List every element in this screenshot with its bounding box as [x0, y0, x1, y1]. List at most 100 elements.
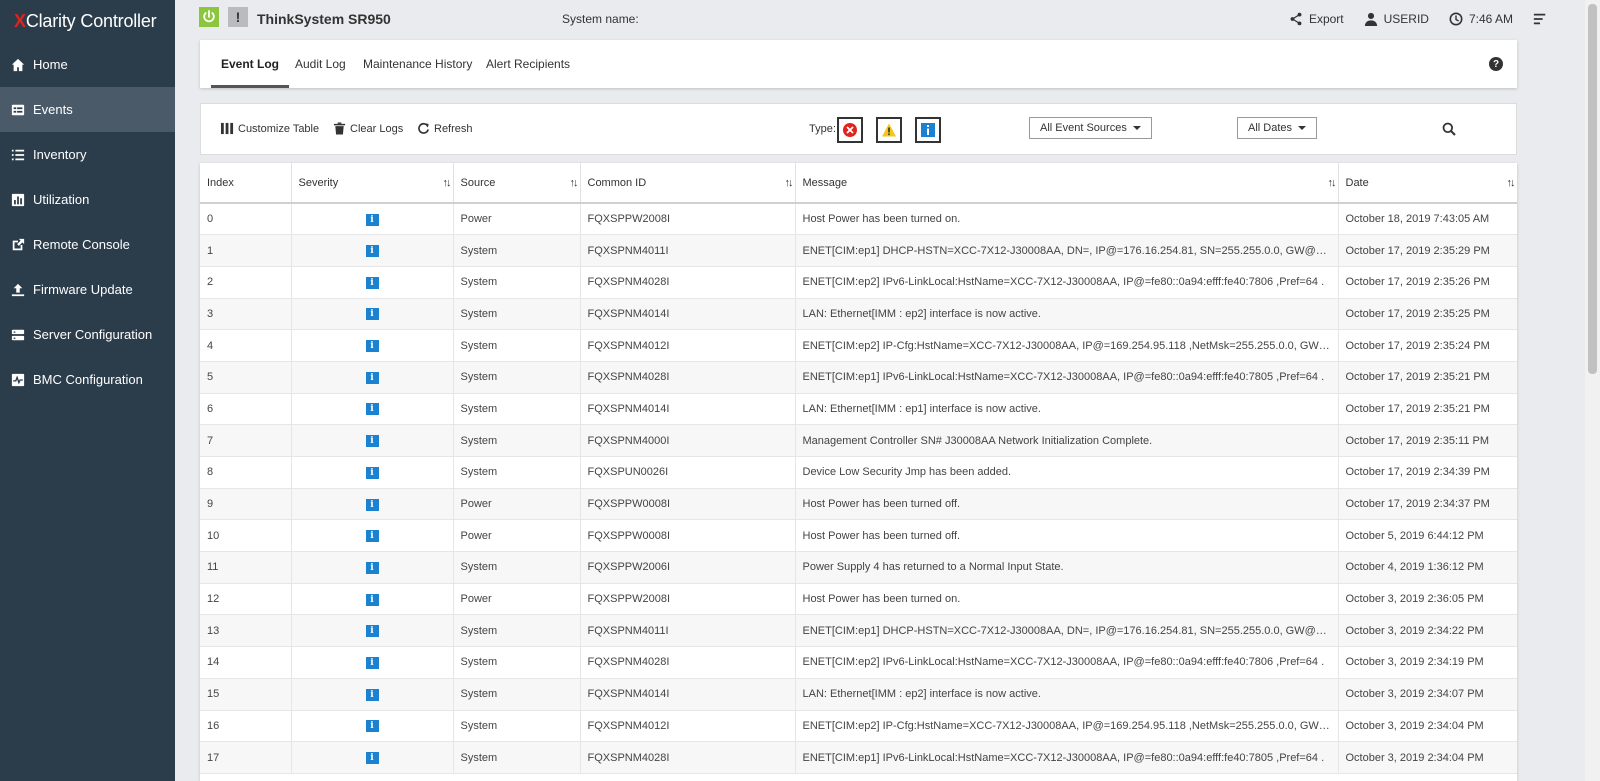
page-scrollbar[interactable] — [1585, 0, 1600, 781]
cell-message: ENET[CIM:ep1] DHCP-HSTN=XCC-7X12-J30008A… — [795, 234, 1339, 267]
table-row[interactable]: 10 i Power FQXSPPW0008I Host Power has been … — [200, 519, 1517, 553]
sidebar-item-inventory[interactable]: Inventory — [0, 132, 175, 177]
tabs-panel: Event Log Audit Log Maintenance History … — [200, 40, 1517, 88]
user-label: USERID — [1383, 12, 1429, 26]
power-status-button[interactable] — [199, 7, 219, 27]
cell-common-id: FQXSPNM4028I — [580, 646, 796, 679]
sidebar-item-utilization[interactable]: Utilization — [0, 177, 175, 222]
table-row[interactable]: 11 i System FQXSPPW2006I Power Supply 4 has … — [200, 551, 1517, 584]
customize-table-button[interactable]: Customize Table — [221, 122, 319, 135]
user-menu[interactable]: USERID — [1364, 12, 1429, 26]
cell-date: October 3, 2019 2:34:04 PM — [1338, 710, 1517, 743]
cell-index: 4 — [200, 329, 292, 362]
sort-icon[interactable]: ↑↓ — [1328, 177, 1337, 189]
cell-index: 3 — [200, 298, 292, 331]
cell-message: ENET[CIM:ep2] IP-Cfg:HstName=XCC-7X12-J3… — [795, 710, 1339, 743]
table-row[interactable]: 7 i System FQXSPNM4000I Management Controlle… — [200, 424, 1517, 457]
info-severity-icon: i — [365, 403, 379, 416]
table-row[interactable]: 2 i System FQXSPNM4028I ENET[CIM:ep2] IPv6-L… — [200, 266, 1517, 299]
table-row[interactable]: 1 i System FQXSPNM4011I ENET[CIM:ep1] DHCP-H… — [200, 234, 1517, 267]
column-header-common-id[interactable]: Common ID ↑↓ — [580, 163, 796, 204]
cell-common-id: FQXSPNM4012I — [580, 710, 796, 743]
sidebar-item-events[interactable]: Events — [0, 87, 175, 132]
sidebar-item-home[interactable]: Home — [0, 42, 175, 87]
cell-date: October 17, 2019 2:35:21 PM — [1338, 361, 1517, 394]
columns-icon — [221, 122, 234, 135]
sort-icon[interactable]: ↑↓ — [443, 177, 452, 189]
column-header-index[interactable]: Index — [200, 163, 292, 204]
refresh-button[interactable]: Refresh — [417, 122, 473, 135]
sidebar-item-server-configuration[interactable]: Server Configuration — [0, 312, 175, 357]
cell-common-id: FQXSPNM4011I — [580, 614, 796, 648]
table-row[interactable]: 17 i System FQXSPNM4028I ENET[CIM:ep1] IPv6-… — [200, 741, 1517, 774]
hamburger-menu-button[interactable] — [1533, 12, 1547, 26]
cell-date: October 17, 2019 2:35:24 PM — [1338, 329, 1517, 362]
table-row[interactable]: 15 i System FQXSPNM4014I LAN: Ethernet[IMM :… — [200, 678, 1517, 711]
sidebar-item-label: Server Configuration — [33, 327, 153, 342]
cell-severity: i — [291, 741, 454, 774]
type-filter-info[interactable] — [915, 117, 941, 143]
brand-logo: X Clarity Controller — [0, 0, 175, 42]
cell-severity: i — [291, 361, 454, 394]
table-row[interactable]: 13 i System FQXSPNM4011I ENET[CIM:ep1] DHCP-… — [200, 614, 1517, 648]
cell-source: System — [453, 456, 581, 489]
info-severity-icon: i — [365, 625, 379, 638]
alert-status-button[interactable]: ! — [228, 7, 248, 27]
column-header-message[interactable]: Message ↑↓ — [795, 163, 1339, 204]
cell-index: 1 — [200, 234, 292, 267]
customize-table-label: Customize Table — [238, 122, 320, 135]
sort-icon[interactable]: ↑↓ — [785, 177, 794, 189]
clear-logs-button[interactable]: Clear Logs — [333, 122, 403, 135]
column-header-source[interactable]: Source ↑↓ — [453, 163, 581, 204]
tab-audit-log[interactable]: Audit Log — [295, 40, 346, 88]
type-filter-error[interactable] — [837, 117, 863, 143]
list-icon — [11, 148, 25, 162]
dates-dropdown[interactable]: All Dates — [1237, 117, 1318, 139]
column-header-date[interactable]: Date ↑↓ — [1338, 163, 1517, 204]
cell-date: October 17, 2019 2:35:25 PM — [1338, 298, 1517, 331]
search-icon[interactable] — [1442, 122, 1456, 136]
table-row[interactable]: 8 i System FQXSPUN0026I Device Low Security … — [200, 456, 1517, 489]
cell-source: System — [453, 298, 581, 331]
sidebar-item-label: Home — [33, 57, 68, 72]
sidebar-item-firmware-update[interactable]: Firmware Update — [0, 267, 175, 312]
column-header-severity[interactable]: Severity ↑↓ — [291, 163, 454, 204]
cell-source: System — [453, 614, 581, 648]
cell-common-id: FQXSPPW2008I — [580, 583, 796, 616]
cell-source: System — [453, 710, 581, 743]
help-icon[interactable]: ? — [1489, 57, 1503, 71]
tab-alert-recipients[interactable]: Alert Recipients — [486, 40, 570, 88]
cell-index: 0 — [200, 203, 292, 236]
tab-maintenance-history[interactable]: Maintenance History — [363, 40, 472, 88]
cell-index: 7 — [200, 424, 292, 457]
event-sources-dropdown[interactable]: All Event Sources — [1029, 117, 1152, 139]
cell-common-id: FQXSPNM4028I — [580, 266, 796, 299]
cell-message: ENET[CIM:ep2] IPv6-LinkLocal:HstName=XCC… — [795, 266, 1339, 299]
type-filter-warning[interactable] — [876, 117, 902, 143]
tab-event-log[interactable]: Event Log — [210, 40, 290, 88]
table-row[interactable]: 0 i Power FQXSPPW2008I Host Power has been t… — [200, 203, 1517, 236]
table-row[interactable]: 6 i System FQXSPNM4014I LAN: Ethernet[IMM : … — [200, 393, 1517, 426]
sort-icon[interactable]: ↑↓ — [1507, 177, 1516, 189]
scroll-thumb[interactable] — [1588, 4, 1597, 374]
cell-severity: i — [291, 614, 454, 648]
event-log-table: Index Severity ↑↓ Source ↑↓ Common ID ↑↓ Me… — [200, 163, 1517, 781]
cell-common-id: FQXSPUN0026I — [580, 456, 796, 489]
export-button[interactable]: Export — [1289, 12, 1344, 26]
sidebar-item-remote-console[interactable]: Remote Console — [0, 222, 175, 267]
table-row[interactable]: 5 i System FQXSPNM4028I ENET[CIM:ep1] IPv6-L… — [200, 361, 1517, 394]
table-row[interactable]: 12 i Power FQXSPPW2008I Host Power has been … — [200, 583, 1517, 616]
nav-list: Home Events Inventory Utilization Remote Con… — [0, 42, 175, 402]
sort-icon[interactable]: ↑↓ — [570, 177, 579, 189]
cell-message: Device Low Security Jmp has been added. — [795, 456, 1339, 489]
cell-message: ENET[CIM:ep1] IPv6-LinkLocal:HstName=XCC… — [795, 741, 1339, 774]
table-row[interactable]: 9 i Power FQXSPPW0008I Host Power has been t… — [200, 488, 1517, 521]
cell-date: October 3, 2019 2:34:04 PM — [1338, 741, 1517, 774]
table-row[interactable]: 16 i System FQXSPNM4012I ENET[CIM:ep2] IP-Cf… — [200, 710, 1517, 743]
sidebar-item-bmc-configuration[interactable]: BMC Configuration — [0, 357, 175, 402]
table-row[interactable]: 4 i System FQXSPNM4012I ENET[CIM:ep2] IP-Cfg… — [200, 329, 1517, 362]
type-filter-label: Type: — [809, 123, 836, 135]
table-row[interactable]: 3 i System FQXSPNM4014I LAN: Ethernet[IMM : … — [200, 298, 1517, 331]
time-label: 7:46 AM — [1468, 12, 1513, 26]
table-row[interactable]: 14 i System FQXSPNM4028I ENET[CIM:ep2] IPv6-… — [200, 646, 1517, 679]
